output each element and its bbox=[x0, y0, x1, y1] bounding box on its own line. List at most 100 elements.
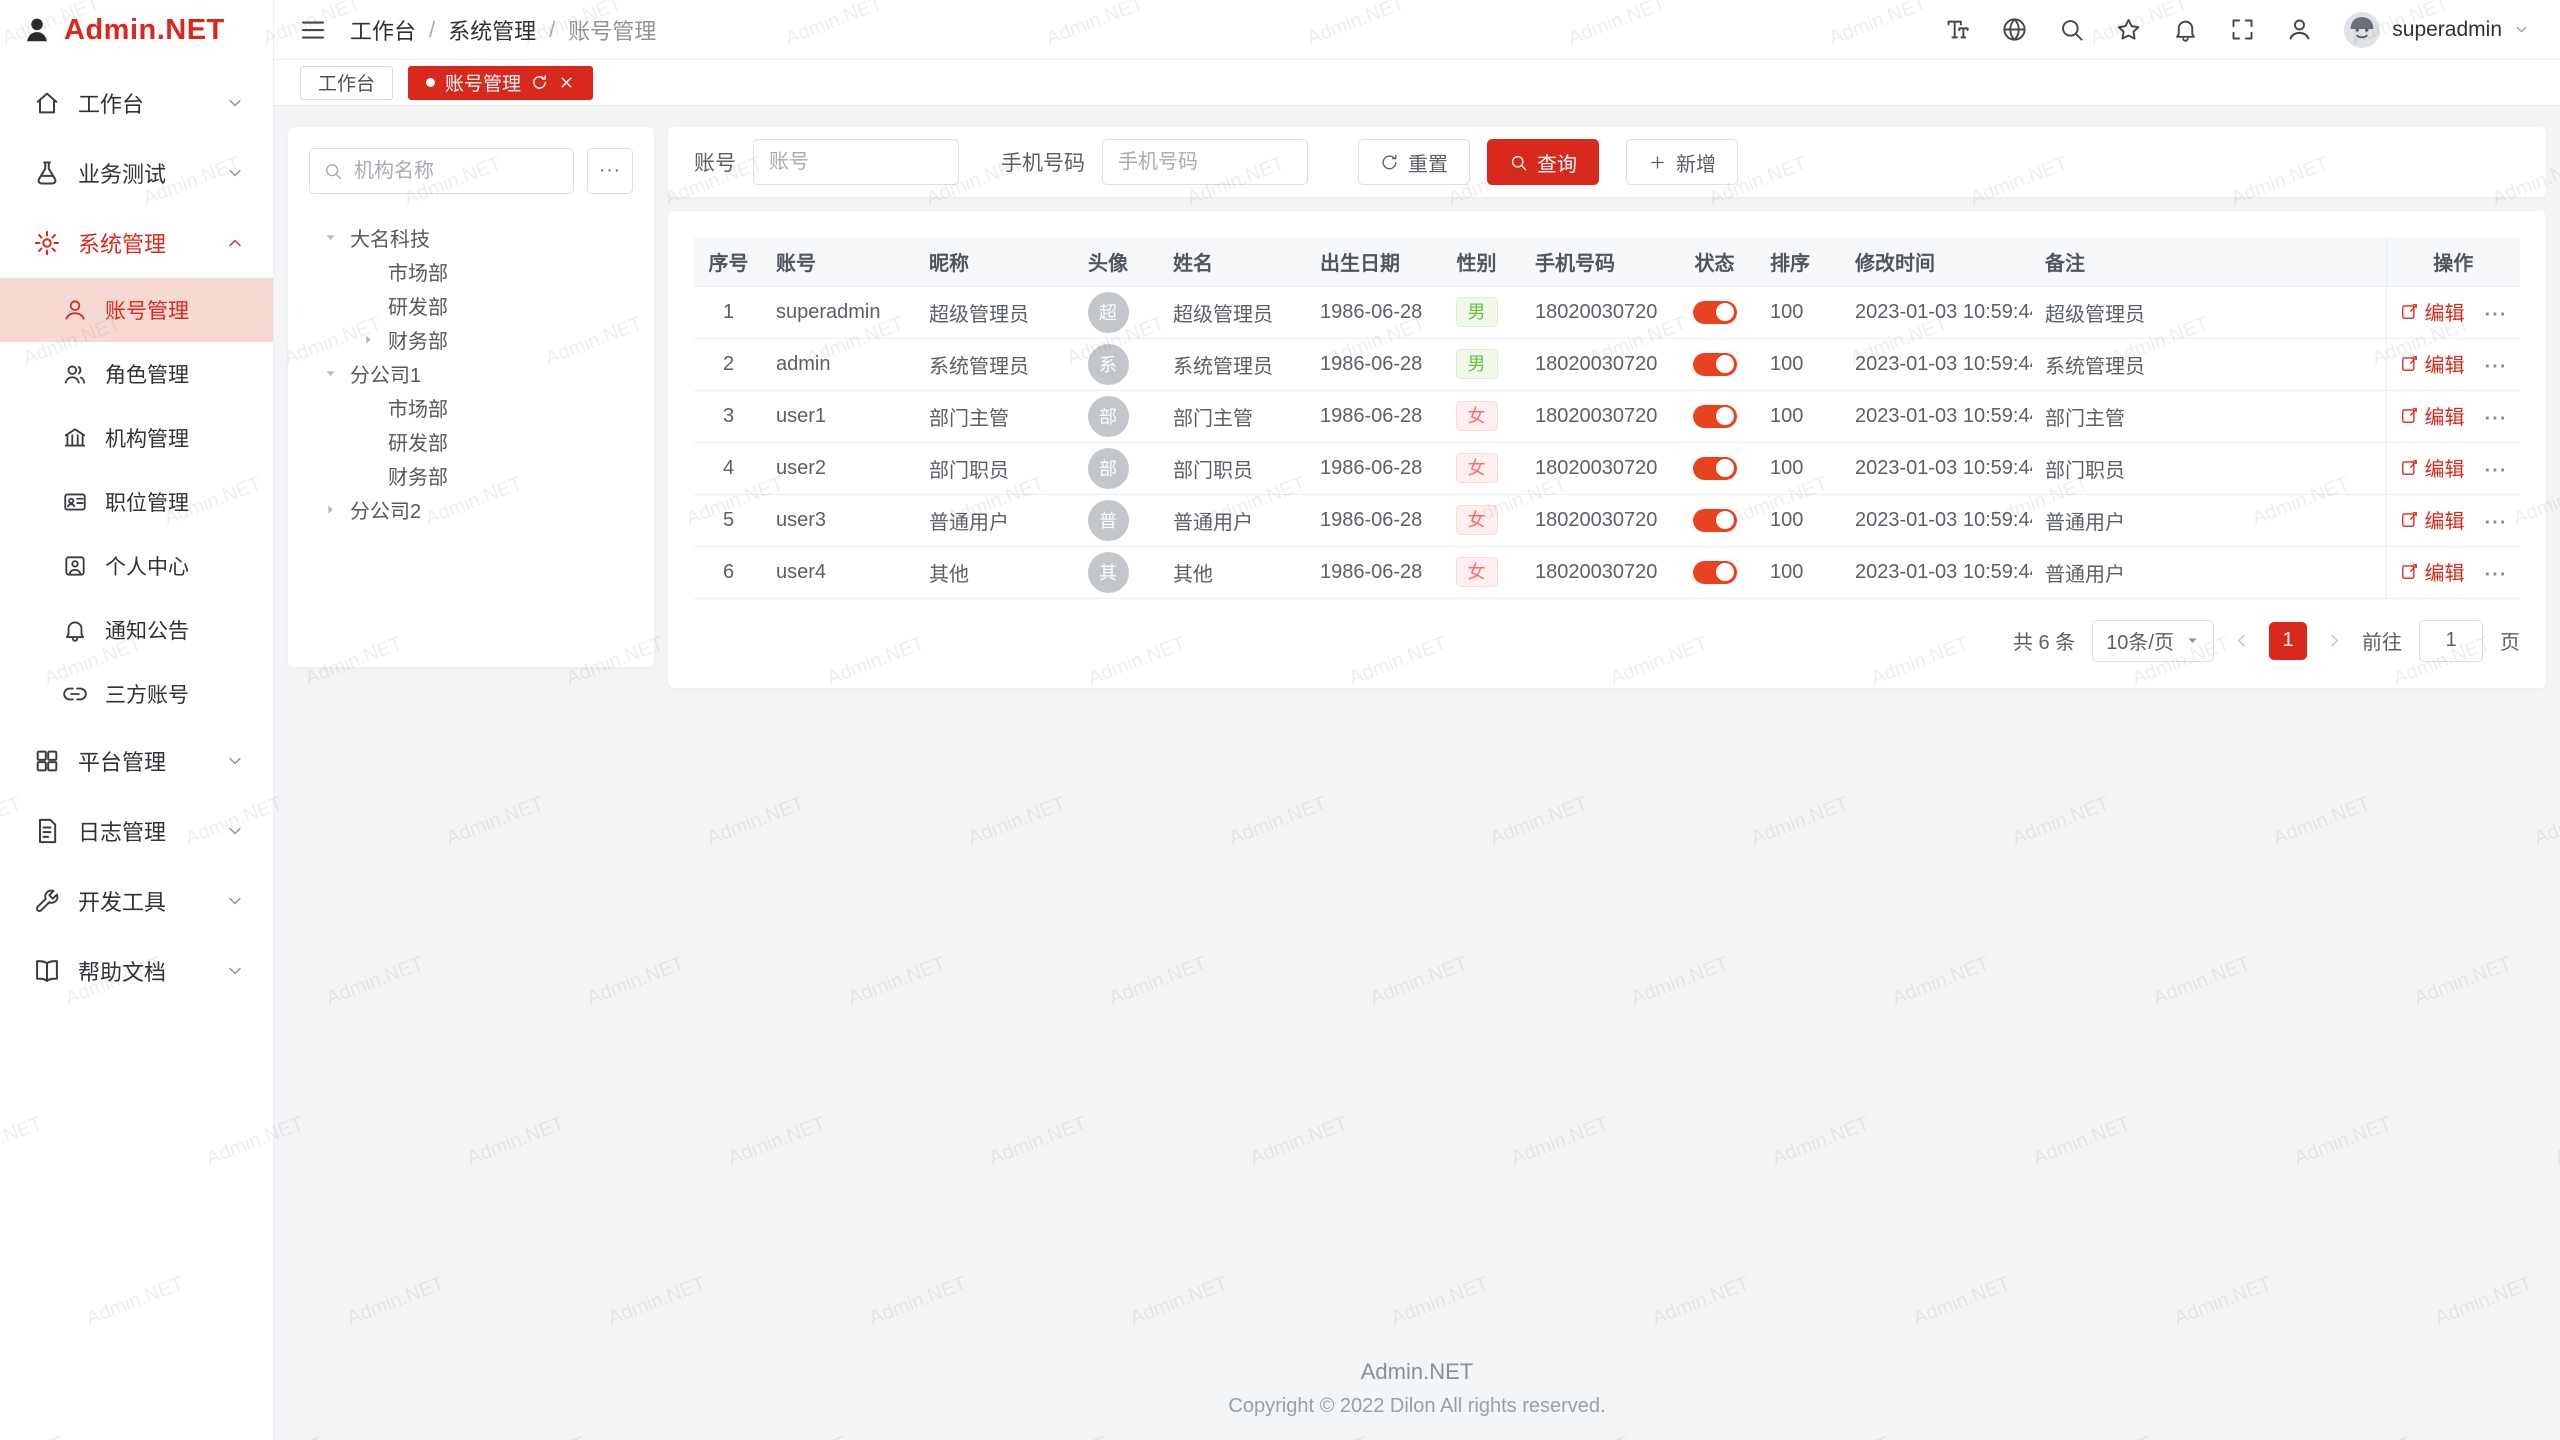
row-more-button[interactable]: ··· bbox=[2485, 460, 2508, 482]
row-more-button[interactable]: ··· bbox=[2485, 408, 2508, 430]
phone-field[interactable] bbox=[1102, 139, 1308, 185]
collapse-menu-icon[interactable] bbox=[298, 15, 328, 45]
sidebar-item-log[interactable]: 日志管理 bbox=[0, 796, 273, 866]
table-header-row: 序号账号昵称头像姓名出生日期性别手机号码状态排序修改时间备注操作 bbox=[694, 237, 2520, 286]
sidebar-item-org[interactable]: 机构管理 bbox=[0, 406, 273, 470]
add-button[interactable]: 新增 bbox=[1626, 139, 1738, 185]
sidebar-item-help[interactable]: 帮助文档 bbox=[0, 936, 273, 1006]
user-menu[interactable]: superadmin bbox=[2343, 11, 2530, 49]
status-toggle[interactable] bbox=[1693, 457, 1737, 480]
account-input[interactable] bbox=[767, 150, 945, 175]
sidebar-item-business-test[interactable]: 业务测试 bbox=[0, 138, 273, 208]
prev-page-button[interactable] bbox=[2231, 630, 2252, 651]
notification-icon[interactable] bbox=[2172, 16, 2199, 43]
status-toggle[interactable] bbox=[1693, 301, 1737, 324]
tree-node[interactable]: 研发部 bbox=[309, 424, 633, 458]
next-page-button[interactable] bbox=[2324, 630, 2345, 651]
cell-index: 3 bbox=[694, 390, 763, 442]
fullscreen-icon[interactable] bbox=[2229, 16, 2256, 43]
search-icon bbox=[1509, 153, 1528, 172]
status-toggle[interactable] bbox=[1693, 509, 1737, 532]
tree-node[interactable]: 财务部 bbox=[309, 322, 633, 356]
tree-more-button[interactable]: ··· bbox=[587, 148, 633, 194]
chevron-up-icon bbox=[225, 233, 245, 253]
edit-button[interactable]: 编辑 bbox=[2400, 453, 2465, 482]
tree-node[interactable]: 市场部 bbox=[309, 390, 633, 424]
cell-account: user3 bbox=[763, 494, 916, 546]
page-number-button[interactable]: 1 bbox=[2269, 622, 2307, 660]
sidebar-item-system[interactable]: 系统管理 bbox=[0, 208, 273, 278]
refresh-tab-icon[interactable] bbox=[531, 74, 548, 91]
footer-copyright: Copyright © 2022 Dilon All rights reserv… bbox=[274, 1395, 2560, 1418]
account-field[interactable] bbox=[753, 139, 959, 185]
logo[interactable]: Admin.NET bbox=[0, 0, 273, 60]
refresh-icon bbox=[1380, 153, 1399, 172]
font-size-icon[interactable] bbox=[1944, 16, 1971, 43]
breadcrumb-item[interactable]: 系统管理 bbox=[448, 14, 536, 46]
org-search-input[interactable] bbox=[352, 159, 560, 184]
org-search-field[interactable] bbox=[309, 148, 574, 194]
theme-icon[interactable] bbox=[2115, 16, 2142, 43]
caret-right-icon[interactable] bbox=[323, 502, 350, 517]
tree-node[interactable]: 市场部 bbox=[309, 254, 633, 288]
caret-right-icon[interactable] bbox=[361, 332, 388, 347]
sidebar-item-platform[interactable]: 平台管理 bbox=[0, 726, 273, 796]
status-toggle[interactable] bbox=[1693, 561, 1737, 584]
cell-account: superadmin bbox=[763, 286, 916, 338]
sidebar-item-thirdparty[interactable]: 三方账号 bbox=[0, 662, 273, 726]
tree-node[interactable]: 分公司2 bbox=[309, 492, 633, 526]
phone-input[interactable] bbox=[1116, 150, 1294, 175]
search-icon[interactable] bbox=[2058, 16, 2085, 43]
status-toggle[interactable] bbox=[1693, 405, 1737, 428]
tree-node[interactable]: 分公司1 bbox=[309, 356, 633, 390]
breadcrumb-item[interactable]: 账号管理 bbox=[568, 14, 656, 46]
cell-order: 100 bbox=[1757, 494, 1842, 546]
close-tab-icon[interactable] bbox=[558, 74, 575, 91]
sidebar-item-account[interactable]: 账号管理 bbox=[0, 278, 273, 342]
sidebar-item-role[interactable]: 角色管理 bbox=[0, 342, 273, 406]
row-more-button[interactable]: ··· bbox=[2485, 356, 2508, 378]
edit-button[interactable]: 编辑 bbox=[2400, 297, 2465, 326]
cell-account: user1 bbox=[763, 390, 916, 442]
edit-button[interactable]: 编辑 bbox=[2400, 349, 2465, 378]
breadcrumb-item[interactable]: 工作台 bbox=[350, 14, 416, 46]
sidebar-item-workbench[interactable]: 工作台 bbox=[0, 68, 273, 138]
tree-node[interactable]: 研发部 bbox=[309, 288, 633, 322]
caret-down-icon[interactable] bbox=[323, 230, 350, 245]
sidebar-item-profile-center[interactable]: 个人中心 bbox=[0, 534, 273, 598]
cell-gender: 男 bbox=[1431, 286, 1522, 338]
language-icon[interactable] bbox=[2001, 16, 2028, 43]
chevron-down-icon bbox=[225, 891, 245, 911]
cell-account: user2 bbox=[763, 442, 916, 494]
row-more-button[interactable]: ··· bbox=[2485, 512, 2508, 534]
profile-icon[interactable] bbox=[2286, 16, 2313, 43]
row-more-button[interactable]: ··· bbox=[2485, 304, 2508, 326]
sidebar-item-notice[interactable]: 通知公告 bbox=[0, 598, 273, 662]
edit-button[interactable]: 编辑 bbox=[2400, 557, 2465, 586]
edit-button[interactable]: 编辑 bbox=[2400, 401, 2465, 430]
sidebar-item-devtools[interactable]: 开发工具 bbox=[0, 866, 273, 936]
tree-node[interactable]: 大名科技 bbox=[309, 220, 633, 254]
brand-name: Admin.NET bbox=[64, 14, 225, 47]
status-toggle[interactable] bbox=[1693, 353, 1737, 376]
accounts-table: 序号账号昵称头像姓名出生日期性别手机号码状态排序修改时间备注操作 1supera… bbox=[694, 237, 2520, 599]
column-header: 出生日期 bbox=[1307, 237, 1431, 286]
tab-active[interactable]: 账号管理 bbox=[408, 66, 593, 100]
cell-phone: 18020030720 bbox=[1522, 390, 1672, 442]
cell-status bbox=[1672, 494, 1757, 546]
caret-down-icon[interactable] bbox=[323, 366, 350, 381]
logo-icon bbox=[22, 15, 52, 45]
sidebar-item-position[interactable]: 职位管理 bbox=[0, 470, 273, 534]
page-root: Admin.NET 工作台业务测试系统管理账号管理角色管理机构管理职位管理个人中… bbox=[0, 0, 2560, 1440]
tree-node[interactable]: 财务部 bbox=[309, 458, 633, 492]
edit-button[interactable]: 编辑 bbox=[2400, 505, 2465, 534]
reset-button[interactable]: 重置 bbox=[1358, 139, 1470, 185]
page-size-select[interactable]: 10条/页 bbox=[2092, 620, 2214, 662]
org-tree: 大名科技市场部研发部财务部分公司1市场部研发部财务部分公司2 bbox=[309, 220, 633, 526]
cell-status bbox=[1672, 390, 1757, 442]
row-more-button[interactable]: ··· bbox=[2485, 564, 2508, 586]
query-button[interactable]: 查询 bbox=[1487, 139, 1599, 185]
avatar bbox=[2343, 11, 2381, 49]
tab-item[interactable]: 工作台 bbox=[300, 66, 393, 100]
goto-page-input[interactable] bbox=[2419, 620, 2483, 662]
